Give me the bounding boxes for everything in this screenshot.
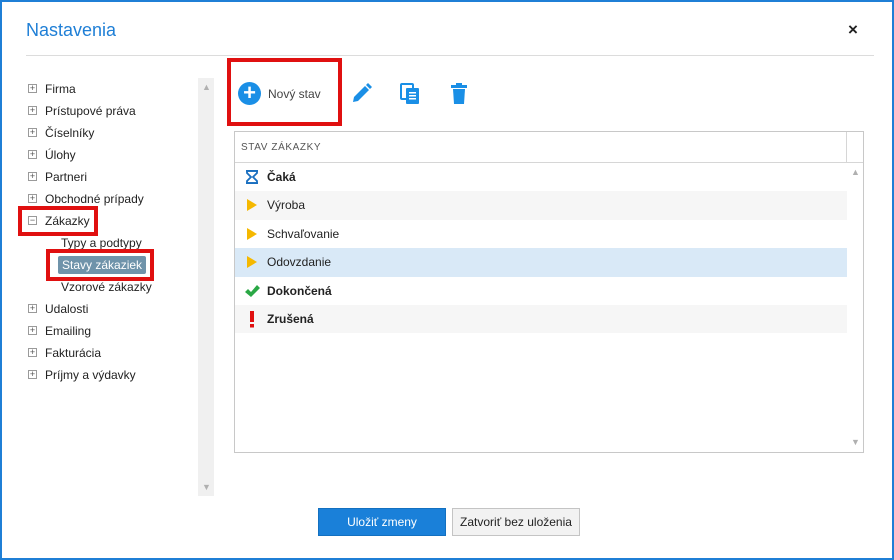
tree-item-label: Udalosti	[45, 302, 89, 316]
row-label: Dokončená	[267, 283, 332, 298]
save-button[interactable]: Uložiť zmeny	[318, 508, 446, 536]
exclamation-icon	[244, 305, 260, 333]
tree-item-label: Prístupové práva	[45, 104, 136, 118]
scroll-down-icon[interactable]: ▼	[202, 482, 211, 492]
tree-item-label: Partneri	[45, 170, 88, 184]
tree-item-firma[interactable]: + Firma	[26, 78, 198, 100]
expand-icon[interactable]: +	[28, 194, 37, 203]
tree-child-label: Stavy zákaziek	[58, 256, 147, 274]
table-row[interactable]: Dokončená	[235, 277, 847, 305]
expand-icon[interactable]: +	[28, 106, 37, 115]
check-icon	[244, 277, 260, 305]
play-icon	[244, 248, 260, 276]
status-grid: Stav zákazky Čaká Výroba Schvaľovanie Od…	[234, 131, 864, 453]
table-row[interactable]: Schvaľovanie	[235, 220, 847, 248]
row-label: Čaká	[267, 170, 296, 184]
scroll-up-icon[interactable]: ▲	[851, 167, 860, 177]
tree-item-label: Obchodné prípady	[45, 192, 144, 206]
scroll-down-icon[interactable]: ▼	[851, 437, 860, 447]
tree-child-label: Typy a podtypy	[61, 236, 142, 250]
tree-item-obchodne-pripady[interactable]: + Obchodné prípady	[26, 188, 198, 210]
tree-item-ulohy[interactable]: + Úlohy	[26, 144, 198, 166]
tree-child-typy-a-podtypy[interactable]: Typy a podtypy	[26, 232, 198, 254]
expand-icon[interactable]: +	[28, 304, 37, 313]
row-label: Schvaľovanie	[267, 226, 340, 241]
tree-item-label: Úlohy	[45, 148, 76, 162]
expand-icon[interactable]: +	[28, 172, 37, 181]
tree-item-pristupove-prava[interactable]: + Prístupové práva	[26, 100, 198, 122]
expand-icon[interactable]: +	[28, 84, 37, 93]
table-row[interactable]: Odovzdanie	[235, 248, 847, 277]
title-divider	[26, 55, 874, 56]
row-label: Zrušená	[267, 311, 314, 326]
settings-dialog: Nastavenia × + Firma + Prístupové práva + Č…	[0, 0, 894, 560]
tree-item-zakazky[interactable]: − Zákazky	[26, 210, 198, 232]
grid-scrollbar[interactable]: ▲ ▼	[847, 163, 863, 452]
plus-circle-icon: +	[238, 82, 261, 105]
tree-item-fakturacia[interactable]: + Fakturácia	[26, 342, 198, 364]
tree-item-label: Príjmy a výdavky	[45, 368, 136, 382]
close-without-saving-button[interactable]: Zatvoriť bez uloženia	[452, 508, 580, 536]
tree-child-vzorove-zakazky[interactable]: Vzorové zákazky	[26, 276, 198, 298]
tree-item-emailing[interactable]: + Emailing	[26, 320, 198, 342]
expand-icon[interactable]: +	[28, 370, 37, 379]
row-label: Odovzdanie	[267, 255, 332, 270]
grid-rows: Čaká Výroba Schvaľovanie Odovzdanie Doko…	[235, 163, 847, 334]
scroll-up-icon[interactable]: ▲	[202, 82, 211, 92]
play-icon	[244, 191, 260, 219]
column-header-status[interactable]: Stav zákazky	[241, 142, 321, 153]
pencil-icon[interactable]	[350, 82, 372, 106]
tree-item-label: Emailing	[45, 324, 92, 338]
dialog-title: Nastavenia	[26, 20, 117, 40]
collapse-icon[interactable]: −	[28, 216, 37, 225]
column-divider	[846, 132, 847, 163]
tree-item-prijmy-a-vydavky[interactable]: + Príjmy a výdavky	[26, 364, 198, 386]
table-row[interactable]: Čaká	[235, 163, 847, 191]
new-status-label: Nový stav	[268, 87, 321, 101]
tree-item-label: Číselníky	[45, 126, 95, 140]
tree-item-label: Fakturácia	[45, 346, 102, 360]
trash-icon[interactable]	[449, 82, 471, 106]
tree-item-label: Firma	[45, 82, 76, 96]
expand-icon[interactable]: +	[28, 150, 37, 159]
grid-header: Stav zákazky	[235, 132, 863, 163]
tree-child-stavy-zakaziek[interactable]: Stavy zákaziek	[26, 254, 198, 276]
expand-icon[interactable]: +	[28, 326, 37, 335]
close-icon[interactable]: ×	[848, 21, 858, 38]
tree-child-label: Vzorové zákazky	[61, 280, 152, 294]
row-label: Výroba	[267, 198, 306, 213]
copy-icon[interactable]	[400, 82, 422, 106]
tree-item-partneri[interactable]: + Partneri	[26, 166, 198, 188]
settings-tree: + Firma + Prístupové práva + Číselníky + Úlo…	[26, 78, 198, 386]
hourglass-icon	[244, 163, 260, 191]
tree-item-label: Zákazky	[45, 214, 90, 228]
expand-icon[interactable]: +	[28, 348, 37, 357]
tree-item-udalosti[interactable]: + Udalosti	[26, 298, 198, 320]
play-icon	[244, 220, 260, 248]
tree-scrollbar[interactable]: ▲ ▼	[198, 78, 214, 496]
tree-item-ciselniky[interactable]: + Číselníky	[26, 122, 198, 144]
new-status-button[interactable]: + Nový stav	[238, 80, 338, 108]
expand-icon[interactable]: +	[28, 128, 37, 137]
table-row[interactable]: Zrušená	[235, 304, 847, 334]
table-row[interactable]: Výroba	[235, 191, 847, 220]
